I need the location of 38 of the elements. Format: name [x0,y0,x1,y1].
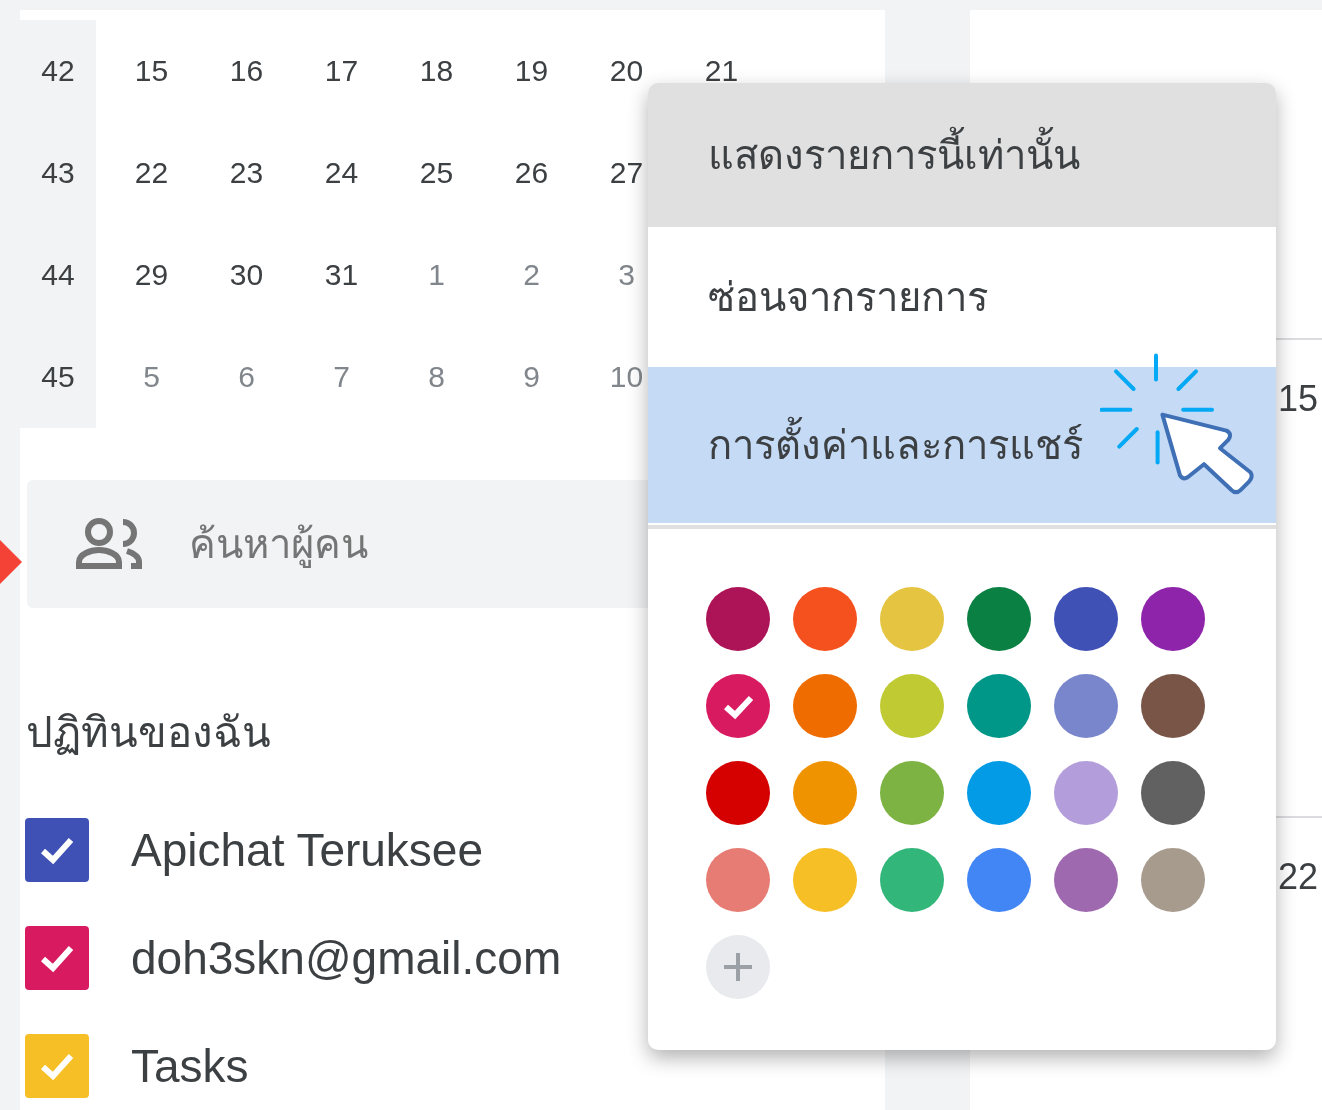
day-number[interactable]: 22 [1278,856,1322,898]
calendar-name: doh3skn@gmail.com [131,931,562,985]
section-heading: ปฏิทินของฉัน [26,707,271,759]
people-icon [75,518,143,570]
day-number[interactable]: 15 [1278,378,1322,420]
date-cell[interactable]: 18 [389,20,484,122]
date-cell[interactable]: 15 [104,20,199,122]
menu-item[interactable]: ซ่อนจากรายการ [648,227,1276,367]
date-cell[interactable]: 7 [294,326,389,428]
triangle-marker-icon [0,540,22,584]
date-cell[interactable]: 25 [389,122,484,224]
date-cell[interactable]: 17 [294,20,389,122]
date-cell[interactable]: 1 [389,224,484,326]
date-cell[interactable]: 23 [199,122,294,224]
date-cell[interactable]: 19 [484,20,579,122]
date-cell[interactable]: 30 [199,224,294,326]
checkbox[interactable] [25,818,89,882]
date-cell[interactable]: 5 [104,326,199,428]
date-cell[interactable]: 16 [199,20,294,122]
date-cell[interactable]: 22 [104,122,199,224]
week-number: 45 [20,326,96,428]
calendar-name: Tasks [131,1039,249,1093]
date-cell[interactable]: 29 [104,224,199,326]
checkbox[interactable] [25,926,89,990]
plus-icon [722,951,754,983]
date-cell[interactable]: 8 [389,326,484,428]
menu-item[interactable]: การตั้งค่าและการแชร์ [648,367,1276,523]
week-number: 43 [20,122,96,224]
date-cell[interactable]: 24 [294,122,389,224]
calendar-name: Apichat Teruksee [131,823,484,877]
date-cell[interactable]: 31 [294,224,389,326]
date-cell[interactable]: 2 [484,224,579,326]
week-number: 42 [20,20,96,122]
date-cell[interactable]: 9 [484,326,579,428]
date-cell[interactable]: 26 [484,122,579,224]
menu-item[interactable]: แสดงรายการนี้เท่านั้น [648,83,1276,227]
date-cell[interactable]: 6 [199,326,294,428]
week-number: 44 [20,224,96,326]
